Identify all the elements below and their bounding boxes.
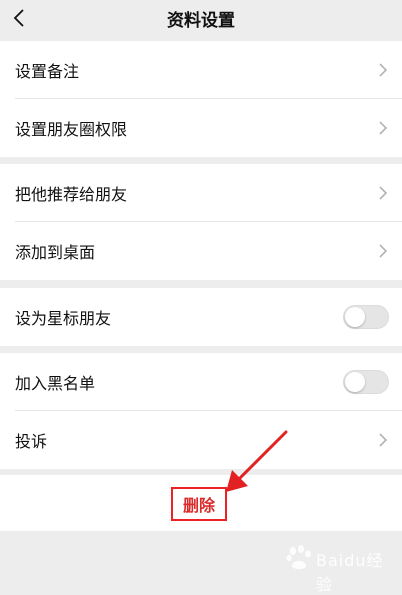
row-complain[interactable]: 投诉 <box>0 411 402 469</box>
row-moments-permission[interactable]: 设置朋友圈权限 <box>0 99 402 157</box>
chevron-right-icon <box>379 121 388 135</box>
row-label: 设置备注 <box>15 62 80 81</box>
delete-label: 删除 <box>182 496 215 515</box>
baidu-watermark: Baidu经验 <box>282 542 392 594</box>
row-label: 投诉 <box>15 432 48 451</box>
delete-section: 删除 <box>0 475 402 531</box>
settings-group-share: 把他推荐给朋友 添加到桌面 <box>0 164 402 280</box>
row-star-friend: 设为星标朋友 <box>0 288 402 346</box>
chevron-right-icon <box>379 244 388 258</box>
watermark-text: Baidu经验 <box>316 551 384 594</box>
chevron-right-icon <box>379 433 388 447</box>
row-label: 添加到桌面 <box>15 243 96 262</box>
chevron-right-icon <box>379 186 388 200</box>
row-add-to-desktop[interactable]: 添加到桌面 <box>0 222 402 280</box>
row-label: 把他推荐给朋友 <box>15 185 128 204</box>
nav-bar: 资料设置 <box>0 0 402 40</box>
settings-group-star: 设为星标朋友 <box>0 288 402 346</box>
row-label: 设置朋友圈权限 <box>15 120 128 139</box>
row-label: 设为星标朋友 <box>15 309 112 328</box>
settings-group-remark: 设置备注 设置朋友圈权限 <box>0 41 402 157</box>
star-friend-toggle[interactable] <box>343 305 389 329</box>
row-recommend-to-friend[interactable]: 把他推荐给朋友 <box>0 164 402 222</box>
toggle-knob <box>345 307 365 327</box>
page-title: 资料设置 <box>167 11 235 31</box>
chevron-right-icon <box>379 63 388 77</box>
row-blacklist: 加入黑名单 <box>0 353 402 411</box>
row-set-remark[interactable]: 设置备注 <box>0 41 402 99</box>
blacklist-toggle[interactable] <box>343 370 389 394</box>
settings-group-block: 加入黑名单 投诉 <box>0 353 402 469</box>
toggle-knob <box>345 372 365 392</box>
row-label: 加入黑名单 <box>15 374 96 393</box>
delete-button[interactable]: 删除 <box>171 487 227 521</box>
paw-logo-icon <box>286 545 311 569</box>
